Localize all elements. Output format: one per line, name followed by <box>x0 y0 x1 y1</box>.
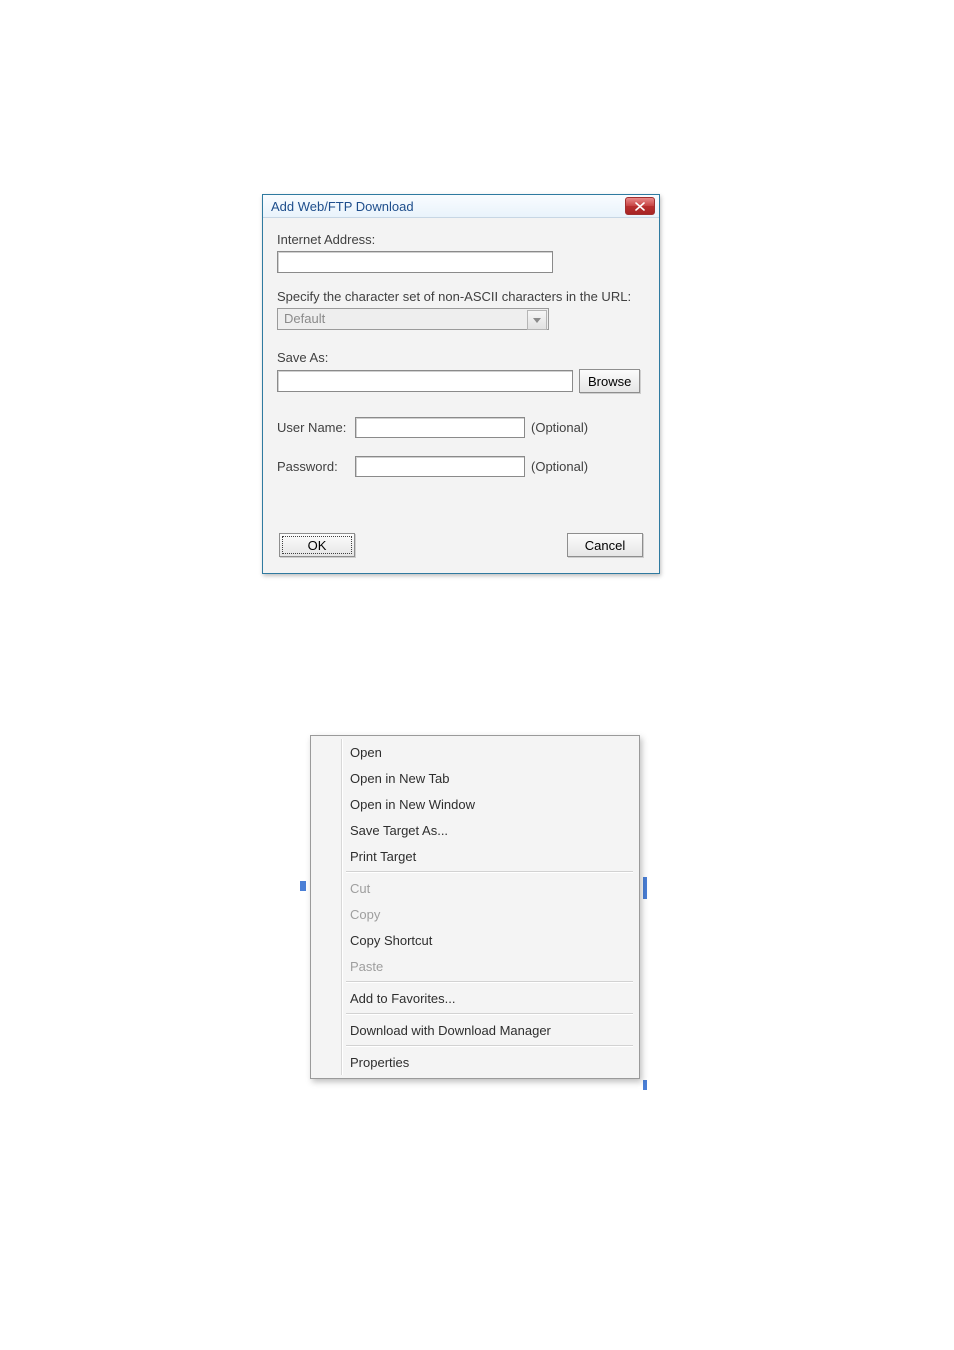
ctx-item-print-target[interactable]: Print Target <box>314 843 636 869</box>
dialog-body: Internet Address: Specify the character … <box>263 218 659 573</box>
user-name-optional: (Optional) <box>531 420 588 435</box>
password-input[interactable] <box>355 456 525 477</box>
context-menu-separator <box>346 1013 633 1015</box>
password-label: Password: <box>277 459 349 474</box>
add-download-dialog: Add Web/FTP Download Internet Address: S… <box>262 194 660 574</box>
ctx-item-open[interactable]: Open <box>314 739 636 765</box>
dialog-title: Add Web/FTP Download <box>271 199 625 214</box>
context-menu: Open Open in New Tab Open in New Window … <box>310 735 640 1079</box>
charset-select-value: Default <box>277 308 549 330</box>
ok-button[interactable]: OK <box>279 533 355 557</box>
user-name-label: User Name: <box>277 420 349 435</box>
ctx-item-paste: Paste <box>314 953 636 979</box>
close-button[interactable] <box>625 197 655 215</box>
save-as-input[interactable] <box>277 370 573 392</box>
ctx-item-open-in-new-tab[interactable]: Open in New Tab <box>314 765 636 791</box>
dialog-titlebar[interactable]: Add Web/FTP Download <box>263 195 659 218</box>
background-accent <box>300 881 306 891</box>
ctx-item-save-target-as[interactable]: Save Target As... <box>314 817 636 843</box>
ctx-item-add-to-favorites[interactable]: Add to Favorites... <box>314 985 636 1011</box>
internet-address-label: Internet Address: <box>277 232 645 247</box>
internet-address-input[interactable] <box>277 251 553 273</box>
close-icon <box>635 202 645 211</box>
context-menu-separator <box>346 1045 633 1047</box>
ctx-item-copy-shortcut[interactable]: Copy Shortcut <box>314 927 636 953</box>
ctx-item-open-in-new-window[interactable]: Open in New Window <box>314 791 636 817</box>
context-menu-separator <box>346 871 633 873</box>
browse-button[interactable]: Browse <box>579 369 640 393</box>
user-name-input[interactable] <box>355 417 525 438</box>
ctx-item-properties[interactable]: Properties <box>314 1049 636 1075</box>
password-optional: (Optional) <box>531 459 588 474</box>
charset-select[interactable]: Default <box>277 308 549 330</box>
ctx-item-download-with-download-manager[interactable]: Download with Download Manager <box>314 1017 636 1043</box>
context-menu-separator <box>346 981 633 983</box>
save-as-label: Save As: <box>277 350 645 365</box>
ctx-item-copy: Copy <box>314 901 636 927</box>
charset-label: Specify the character set of non-ASCII c… <box>277 289 645 304</box>
cancel-button[interactable]: Cancel <box>567 533 643 557</box>
ctx-item-cut: Cut <box>314 875 636 901</box>
background-accent <box>643 1080 647 1090</box>
background-accent <box>643 877 647 899</box>
